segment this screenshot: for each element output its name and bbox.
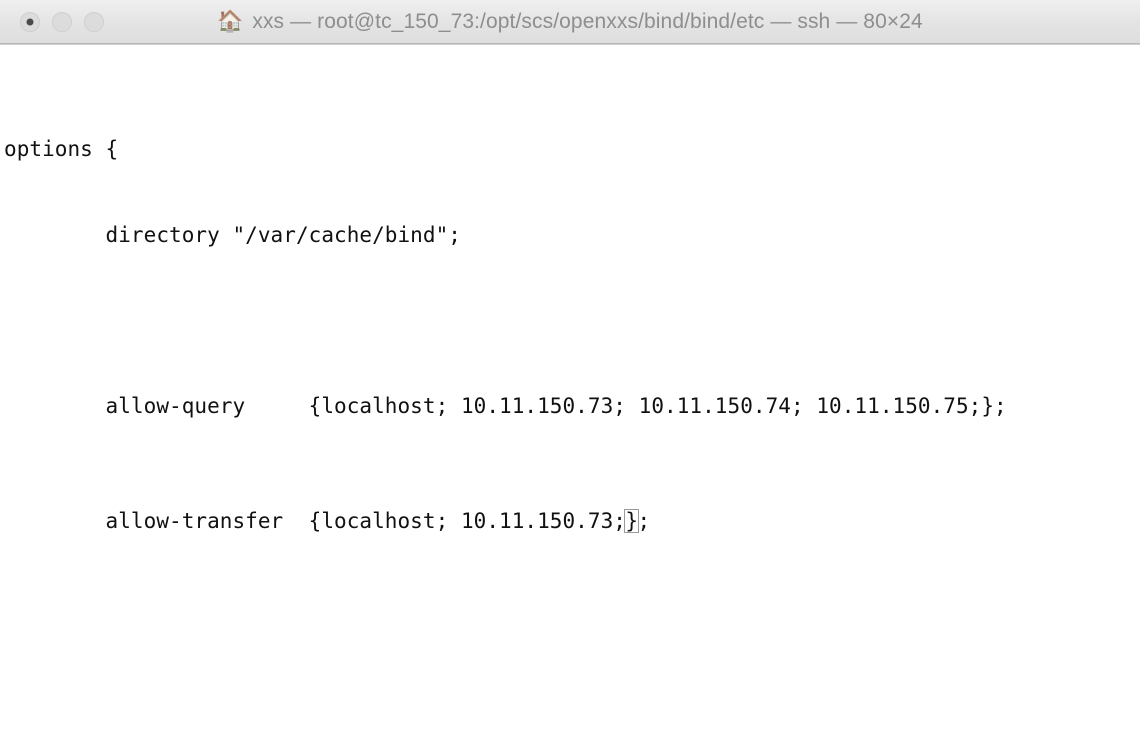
terminal-line: allow-query {localhost; 10.11.150.73; 10… (4, 394, 1007, 419)
terminal-window: 🏠 xxs — root@tc_150_73:/opt/scs/openxxs/… (0, 0, 1140, 732)
close-button[interactable] (20, 11, 40, 32)
window-controls (20, 11, 104, 32)
zoom-button[interactable] (84, 11, 104, 32)
terminal-line: directory "/var/cache/bind"; (4, 222, 461, 247)
house-icon: 🏠 (217, 9, 244, 33)
terminal-screen: options { directory "/var/cache/bind"; a… (0, 49, 1140, 732)
title-bar[interactable]: 🏠 xxs — root@tc_150_73:/opt/scs/openxxs/… (0, 0, 1140, 44)
terminal-line: options { (4, 136, 119, 161)
line-text-before-cursor: allow-transfer {localhost; 10.11.150.73; (4, 508, 626, 533)
terminal-line-with-cursor: allow-transfer {localhost; 10.11.150.73;… (4, 507, 1140, 536)
line-text-after-cursor: ; (637, 508, 651, 533)
minimize-button[interactable] (52, 11, 72, 32)
terminal-viewport[interactable]: options { directory "/var/cache/bind"; a… (0, 44, 1140, 732)
window-title: xxs — root@tc_150_73:/opt/scs/openxxs/bi… (252, 9, 923, 33)
window-title-area: 🏠 xxs — root@tc_150_73:/opt/scs/openxxs/… (0, 0, 1140, 43)
